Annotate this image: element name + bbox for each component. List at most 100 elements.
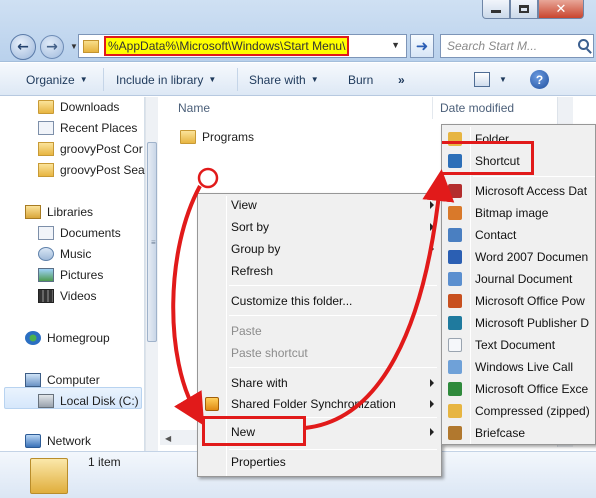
menu-separator: [229, 315, 437, 316]
window-controls: ✕: [482, 0, 584, 19]
new-item-journal-document[interactable]: Journal Document: [475, 269, 572, 289]
navigation-pane: Downloads Recent Places groovyPost Cor g…: [0, 97, 149, 451]
menu-item-label: Windows Live Call: [475, 360, 574, 374]
new-item-publisher[interactable]: Microsoft Publisher D: [475, 313, 589, 333]
menu-item-properties[interactable]: Properties: [231, 452, 286, 472]
address-path[interactable]: %AppData%\Microsoft\Windows\Start Menu\: [104, 36, 350, 56]
sidebar-item-pictures[interactable]: Pictures: [38, 265, 103, 285]
powerpoint-icon: [448, 294, 462, 308]
sidebar-item-recent-places[interactable]: Recent Places: [38, 118, 137, 138]
submenu-arrow-icon: [430, 400, 434, 408]
sidebar-item-label: groovyPost Sear: [60, 163, 149, 177]
back-button[interactable]: ←: [10, 34, 36, 60]
journal-icon: [448, 272, 462, 286]
back-arrow-icon: ←: [17, 39, 29, 55]
search-icon[interactable]: [578, 39, 589, 50]
search-input[interactable]: Search Start M...: [440, 34, 594, 58]
navigation-scrollbar[interactable]: ≡: [145, 97, 158, 451]
menu-item-share-with[interactable]: Share with: [231, 373, 440, 393]
burn-button[interactable]: Burn: [348, 63, 373, 96]
column-divider[interactable]: [432, 97, 433, 119]
menu-item-sort-by[interactable]: Sort by: [231, 217, 440, 237]
zip-folder-icon: [448, 404, 462, 418]
recent-places-icon: [38, 121, 54, 135]
sidebar-item-documents[interactable]: Documents: [38, 223, 121, 243]
column-header-name[interactable]: Name: [178, 101, 210, 115]
new-item-excel[interactable]: Microsoft Office Exce: [475, 379, 588, 399]
new-highlight-box: [202, 416, 306, 446]
sidebar-item-libraries[interactable]: Libraries: [25, 202, 93, 222]
toolbar-divider: [237, 68, 238, 91]
close-button[interactable]: ✕: [538, 0, 584, 19]
menu-item-label: Customize this folder...: [231, 294, 353, 308]
more-commands-button[interactable]: »: [398, 63, 405, 96]
menu-item-label: View: [231, 198, 257, 212]
sidebar-item-downloads[interactable]: Downloads: [38, 97, 119, 117]
menu-item-view[interactable]: View: [231, 195, 440, 215]
menu-item-customize-folder[interactable]: Customize this folder...: [231, 291, 352, 311]
scroll-left-icon[interactable]: ◀: [165, 434, 171, 443]
submenu-arrow-icon: [430, 223, 434, 231]
scrollbar-thumb[interactable]: ≡: [147, 142, 157, 342]
menu-item-label: Word 2007 Documen: [475, 250, 589, 264]
new-item-word-document[interactable]: Word 2007 Documen: [475, 247, 588, 267]
sync-icon: [205, 397, 219, 411]
sidebar-item-label: Computer: [47, 373, 100, 387]
menu-item-refresh[interactable]: Refresh: [231, 261, 273, 281]
folder-icon: [38, 100, 54, 114]
file-item-programs[interactable]: Programs: [180, 130, 254, 144]
command-bar: Organize ▼ Include in library ▼ Share with…: [0, 63, 596, 96]
new-item-live-call[interactable]: Windows Live Call: [475, 357, 573, 377]
folder-icon: [83, 39, 99, 53]
sidebar-item-label: Recent Places: [60, 121, 138, 135]
forward-button[interactable]: →: [40, 35, 64, 59]
go-button[interactable]: ➜: [410, 34, 434, 58]
menu-item-label: Microsoft Office Exce: [475, 382, 589, 396]
sidebar-item-homegroup[interactable]: Homegroup: [25, 328, 110, 348]
help-button[interactable]: ?: [530, 70, 549, 89]
briefcase-icon: [448, 426, 462, 440]
sidebar-item-videos[interactable]: Videos: [38, 286, 96, 306]
sidebar-item-groovypost-cor[interactable]: groovyPost Cor: [38, 139, 143, 159]
menu-item-label: Microsoft Access Dat: [475, 184, 588, 198]
sidebar-item-local-disk[interactable]: Local Disk (C:): [38, 391, 139, 411]
new-item-contact[interactable]: Contact: [475, 225, 516, 245]
new-submenu: Folder Shortcut Microsoft Access Dat Bit…: [441, 124, 596, 445]
view-dropdown-icon[interactable]: ▼: [499, 75, 507, 84]
menu-item-shared-folder-sync[interactable]: Shared Folder Synchronization: [231, 394, 440, 414]
menu-item-label: Bitmap image: [475, 206, 549, 220]
new-item-access-database[interactable]: Microsoft Access Dat: [475, 181, 587, 201]
column-header-date-modified[interactable]: Date modified: [440, 101, 514, 115]
sidebar-item-network[interactable]: Network: [25, 432, 91, 450]
close-icon: ✕: [555, 1, 567, 17]
new-item-compressed-folder[interactable]: Compressed (zipped): [475, 401, 590, 421]
shortcut-folder-icon: [38, 163, 54, 177]
submenu-arrow-icon: [430, 201, 434, 209]
address-dropdown-icon[interactable]: ▼: [391, 40, 400, 50]
share-with-button[interactable]: Share with ▼: [249, 63, 319, 96]
address-bar[interactable]: %AppData%\Microsoft\Windows\Start Menu\ …: [78, 34, 407, 58]
menu-item-group-by[interactable]: Group by: [231, 239, 440, 259]
menu-item-label: Paste: [231, 324, 262, 338]
new-item-powerpoint[interactable]: Microsoft Office Pow: [475, 291, 585, 311]
organize-button[interactable]: Organize ▼: [26, 63, 88, 96]
forward-arrow-icon: →: [46, 39, 58, 55]
sidebar-item-label: Music: [60, 247, 92, 261]
sidebar-item-label: Local Disk (C:): [60, 394, 139, 408]
sidebar-item-label: Documents: [60, 226, 121, 240]
include-in-library-button[interactable]: Include in library ▼: [116, 63, 216, 96]
sidebar-item-music[interactable]: Music: [38, 244, 91, 264]
new-item-briefcase[interactable]: Briefcase: [475, 423, 525, 443]
sidebar-item-computer[interactable]: Computer: [25, 370, 100, 390]
hard-disk-icon: [38, 394, 54, 408]
recent-pages-dropdown[interactable]: ▼: [70, 42, 78, 51]
new-item-text-document[interactable]: Text Document: [475, 335, 555, 355]
minimize-button[interactable]: [482, 0, 510, 19]
menu-item-label: Briefcase: [475, 426, 526, 440]
change-view-icon[interactable]: [474, 72, 490, 87]
new-item-bitmap-image[interactable]: Bitmap image: [475, 203, 548, 223]
menu-item-label: Share with: [231, 376, 288, 390]
sidebar-item-label: Videos: [60, 289, 97, 303]
maximize-button[interactable]: [510, 0, 538, 19]
sidebar-item-groovypost-sear[interactable]: groovyPost Sear: [38, 160, 149, 180]
